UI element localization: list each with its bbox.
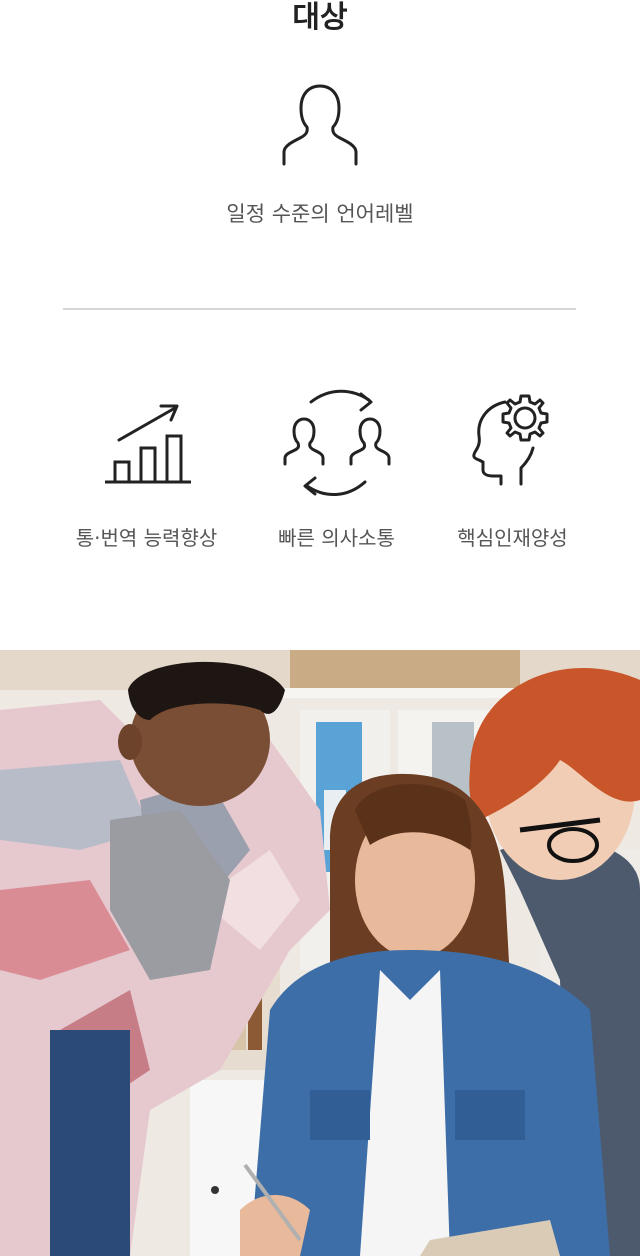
communication-cycle-icon (283, 389, 390, 497)
feature-talent: 핵심인재양성 (406, 388, 619, 558)
growth-chart-icon (104, 404, 191, 484)
section-divider (63, 308, 576, 310)
students-studying-photo (0, 650, 640, 1256)
head-gear-icon (471, 394, 548, 486)
feature-translation: 통·번역 능력향상 (40, 388, 253, 558)
feature-label: 통·번역 능력향상 (75, 526, 218, 550)
person-icon (282, 84, 358, 166)
section-title: 대상 (292, 0, 348, 35)
target-description: 일정 수준의 언어레벨 (226, 202, 414, 226)
feature-label: 핵심인재양성 (457, 526, 568, 550)
